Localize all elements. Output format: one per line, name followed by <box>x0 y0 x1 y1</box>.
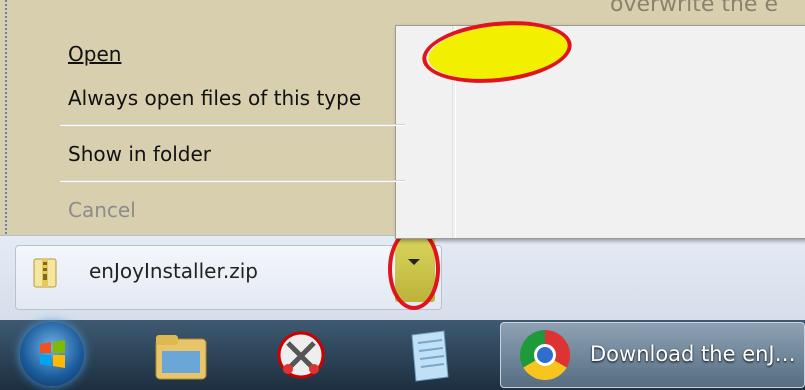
chrome-icon <box>520 330 570 380</box>
windows-logo-icon <box>40 340 65 368</box>
download-filename[interactable]: enJoyInstaller.zip <box>89 259 258 283</box>
notepad-icon[interactable] <box>398 325 460 385</box>
background-page-text: overwrite the e <box>610 0 778 17</box>
start-button[interactable] <box>20 322 84 386</box>
zip-file-icon <box>33 258 57 288</box>
menu-item-always-open[interactable]: Always open files of this type <box>68 86 361 110</box>
menu-item-show-in-folder[interactable]: Show in folder <box>68 142 211 166</box>
taskbar-window-title: Download the enJ… <box>590 342 796 366</box>
annotation-circle-dropdown <box>388 228 440 310</box>
menu-separator <box>60 180 405 182</box>
menu-item-label: Cancel <box>68 198 136 222</box>
menu-item-cancel[interactable]: Cancel <box>68 198 136 222</box>
menu-item-label: Always open files of this type <box>68 86 362 110</box>
menu-item-label: Show in folder <box>68 142 211 166</box>
menu-item-label: Open <box>68 42 122 66</box>
folder-icon[interactable] <box>150 325 212 385</box>
snipping-tool-icon[interactable] <box>270 325 332 385</box>
menu-separator <box>60 124 405 126</box>
menu-item-open[interactable]: Open <box>68 42 121 66</box>
